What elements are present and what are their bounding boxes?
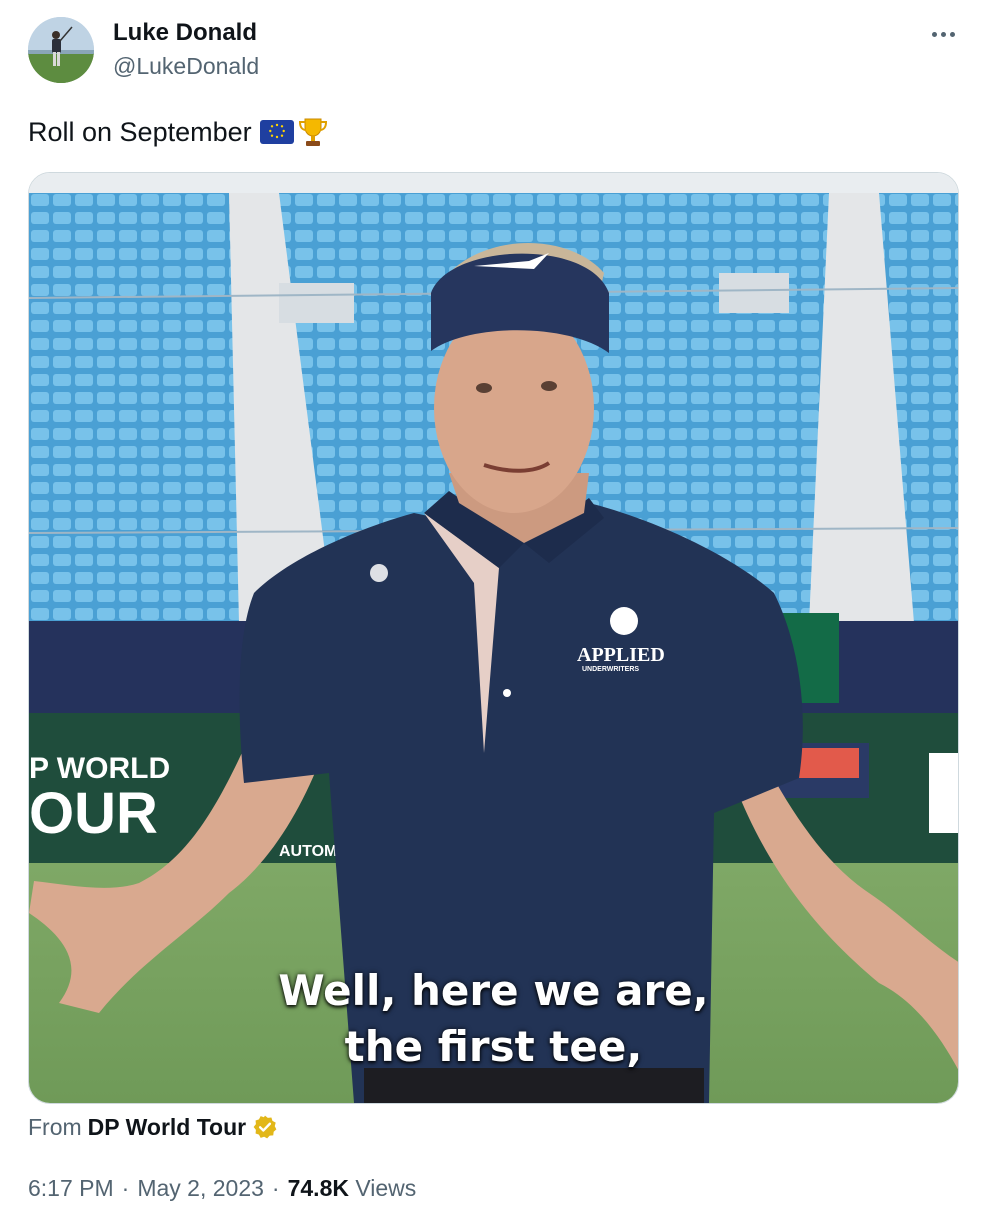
views-label: Views [355,1175,417,1201]
source-account-link[interactable]: DP World Tour [88,1111,246,1143]
meta-separator-1: · [121,1175,130,1201]
verified-badge-icon [253,1115,277,1139]
meta-separator-2: · [271,1175,280,1201]
board-text-line2: OUR [29,781,158,846]
caption-line-2: the first tee, [344,1022,643,1071]
display-name[interactable]: Luke Donald [113,18,259,48]
shirt-logo-subtext: UNDERWRITERS [582,666,639,673]
views: 74.8K Views [288,1172,417,1204]
tweet: Luke Donald @LukeDonald Roll on Septembe… [0,0,990,1219]
source-prefix: From [28,1114,82,1140]
caption-line-1: Well, here we are, [278,966,709,1015]
avatar-golfer-image [28,17,94,83]
tweet-date[interactable]: May 2, 2023 [137,1172,264,1204]
video-caption: Well, here we are, the first tee, [29,963,958,1075]
source-attribution: From DP World Tour [28,1111,278,1143]
more-options-icon[interactable] [926,22,960,46]
video-media[interactable]: P WORLD OUR AUTOM APPLIED UNDERWRITERS W… [28,172,959,1104]
trophy-icon [298,118,327,146]
eu-flag-icon [259,120,294,144]
tweet-time[interactable]: 6:17 PM [28,1172,114,1204]
shirt-logo-text: APPLIED [577,644,665,666]
tweet-text-content: Roll on September [28,117,252,147]
board-text-small: AUTOM [279,843,337,860]
tweet-text: Roll on September [28,114,330,150]
avatar[interactable] [28,17,94,83]
tweet-meta: 6:17 PM · May 2, 2023 · 74.8K Views [28,1172,416,1204]
views-count: 74.8K [287,1175,349,1201]
author-block: Luke Donald @LukeDonald [113,18,259,81]
handle[interactable]: @LukeDonald [113,51,259,81]
